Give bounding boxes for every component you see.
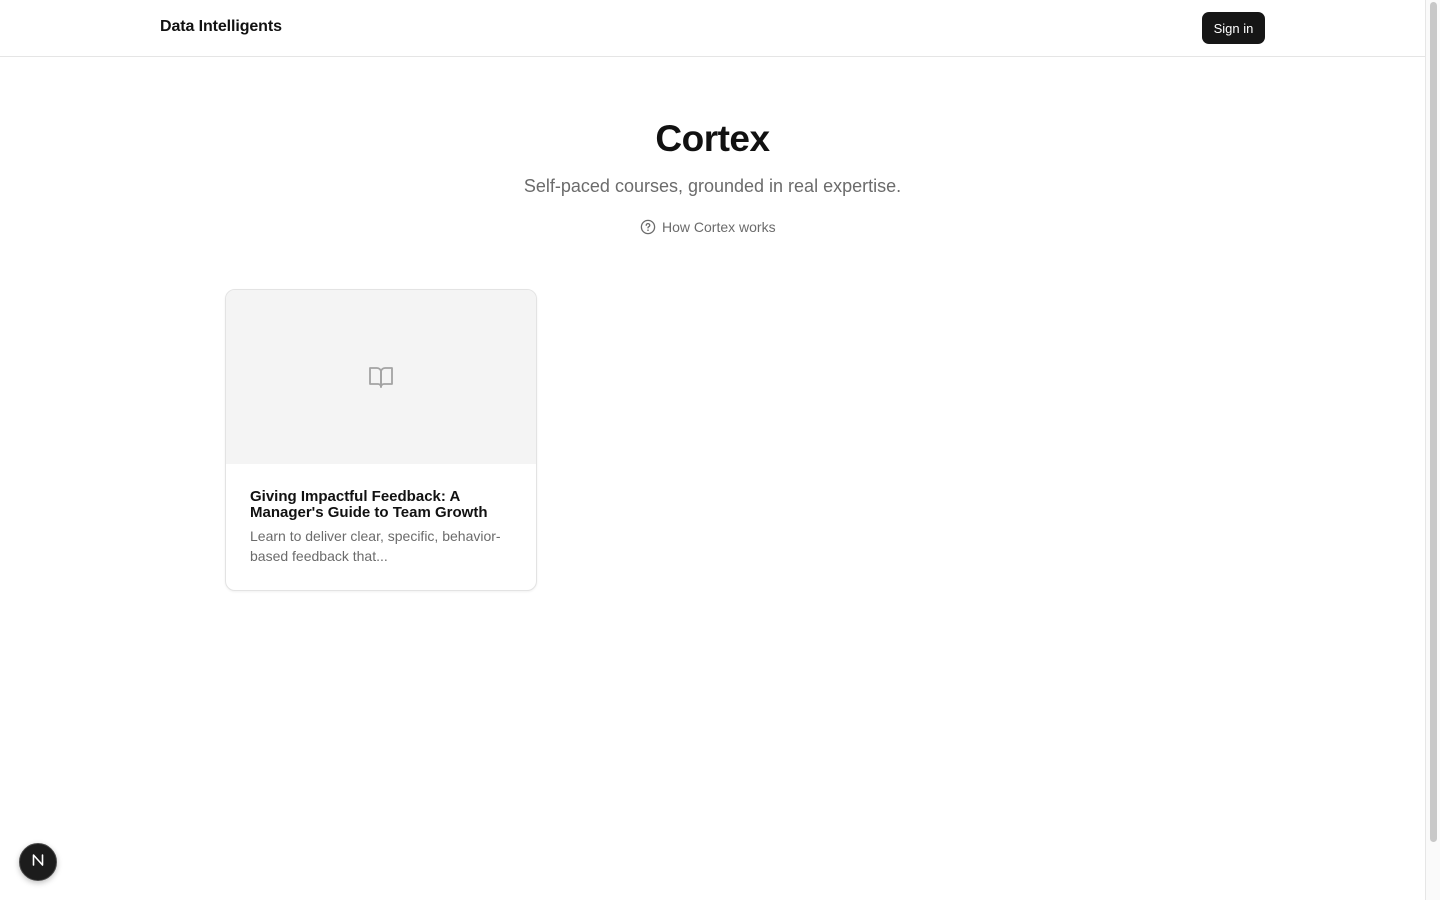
help-circle-icon: [640, 219, 656, 235]
page-subtitle: Self-paced courses, grounded in real exp…: [523, 176, 902, 196]
how-cortex-works-label: How Cortex works: [662, 219, 776, 235]
viewport: Data Intelligents Sign in Cortex Self-pa…: [0, 0, 1440, 900]
course-description: Learn to deliver clear, specific, behavi…: [250, 528, 501, 564]
course-card[interactable]: Giving Impactful Feedback: A Manager's G…: [225, 289, 537, 591]
course-title: Giving Impactful Feedback: A Manager's G…: [250, 488, 488, 521]
n-logo-badge[interactable]: [19, 843, 57, 881]
book-open-icon: [367, 363, 395, 396]
vertical-scrollbar[interactable]: [1425, 0, 1440, 900]
scrollbar-thumb[interactable]: [1430, 2, 1437, 842]
sign-in-button[interactable]: Sign in: [1202, 12, 1265, 44]
page: Data Intelligents Sign in Cortex Self-pa…: [0, 0, 1425, 900]
course-thumbnail: [226, 290, 536, 464]
how-cortex-works-link[interactable]: How Cortex works: [640, 217, 776, 237]
top-navbar: Data Intelligents Sign in: [0, 0, 1425, 57]
n-logo-icon: [30, 852, 46, 873]
brand-name[interactable]: Data Intelligents: [160, 18, 282, 36]
page-title: Cortex: [655, 118, 770, 159]
